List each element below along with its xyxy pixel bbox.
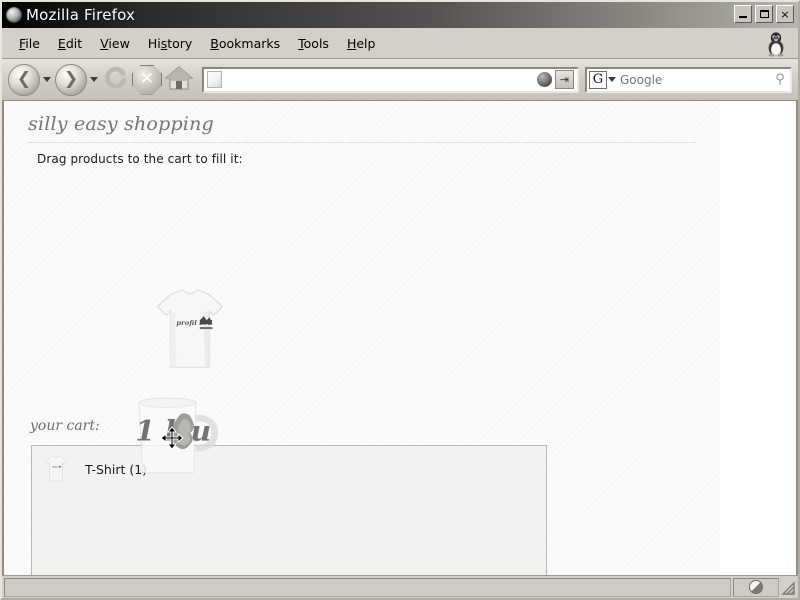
menu-file[interactable]: File bbox=[10, 33, 49, 54]
search-engine-chevron-down-icon[interactable] bbox=[608, 77, 616, 82]
menu-history[interactable]: History bbox=[139, 33, 201, 54]
cart-label: your cart: bbox=[30, 418, 100, 434]
menu-help[interactable]: Help bbox=[338, 33, 385, 54]
reload-icon bbox=[105, 66, 127, 88]
rss-icon[interactable] bbox=[537, 72, 552, 87]
menu-tools[interactable]: Tools bbox=[289, 33, 338, 54]
resize-grip-icon[interactable] bbox=[780, 579, 796, 596]
security-circle-icon bbox=[749, 580, 763, 594]
tshirt-thumb-icon bbox=[45, 455, 67, 482]
forward-button[interactable]: ❯ bbox=[55, 63, 87, 96]
magnifier-icon[interactable]: ⚲ bbox=[772, 72, 788, 87]
cart-dropzone[interactable]: T-Shirt (1) bbox=[31, 445, 547, 575]
menu-view[interactable]: View bbox=[91, 33, 139, 54]
google-engine-icon[interactable]: G bbox=[589, 70, 607, 89]
address-input[interactable] bbox=[225, 71, 537, 88]
back-dropdown-icon[interactable] bbox=[43, 77, 51, 82]
stop-button[interactable]: ✕ bbox=[132, 64, 162, 95]
window-title: Mozilla Firefox bbox=[26, 6, 136, 24]
close-button[interactable]: × bbox=[776, 5, 794, 23]
search-bar[interactable]: G ⚲ bbox=[585, 66, 792, 93]
reload-button[interactable] bbox=[102, 64, 130, 96]
address-bar-actions: ⇥ bbox=[537, 70, 574, 89]
navigation-toolbar: ❮ ❯ ✕ ⇥ G Google ⚲ bbox=[2, 59, 798, 101]
go-arrow-icon[interactable]: ⇥ bbox=[555, 70, 574, 89]
window-controls: × bbox=[734, 5, 794, 23]
move-cursor-icon bbox=[160, 426, 184, 450]
home-button[interactable] bbox=[164, 64, 194, 96]
tux-penguin-icon bbox=[768, 32, 784, 57]
page-icon bbox=[207, 71, 222, 88]
page-title: silly easy shopping bbox=[28, 113, 696, 143]
back-icon: ❮ bbox=[8, 63, 40, 96]
maximize-button[interactable] bbox=[755, 5, 773, 23]
menu-edit[interactable]: Edit bbox=[49, 33, 91, 54]
menu-bookmarks[interactable]: Bookmarks bbox=[201, 33, 289, 54]
title-bar: Mozilla Firefox × bbox=[2, 2, 798, 28]
security-pane[interactable] bbox=[733, 577, 779, 597]
status-bar bbox=[2, 575, 798, 598]
status-text bbox=[4, 577, 731, 597]
stop-icon: ✕ bbox=[132, 64, 162, 95]
content-viewport: silly easy shopping Drag products to the… bbox=[2, 101, 798, 575]
back-button[interactable]: ❮ bbox=[8, 63, 40, 96]
forward-dropdown-icon[interactable] bbox=[90, 77, 98, 82]
web-page: silly easy shopping Drag products to the… bbox=[4, 101, 720, 575]
firefox-icon bbox=[6, 7, 22, 23]
search-input[interactable] bbox=[618, 71, 772, 88]
minimize-button[interactable] bbox=[734, 5, 752, 23]
product-tshirt[interactable]: profil brd bbox=[141, 281, 239, 379]
instructions-text: Drag products to the cart to fill it: bbox=[37, 152, 243, 166]
menu-bar: File Edit View History Bookmarks Tools H… bbox=[2, 28, 798, 59]
browser-window: Mozilla Firefox × File Edit View History… bbox=[0, 0, 800, 600]
home-icon bbox=[164, 65, 194, 90]
forward-icon: ❯ bbox=[55, 63, 87, 96]
address-bar[interactable]: ⇥ bbox=[202, 66, 579, 93]
